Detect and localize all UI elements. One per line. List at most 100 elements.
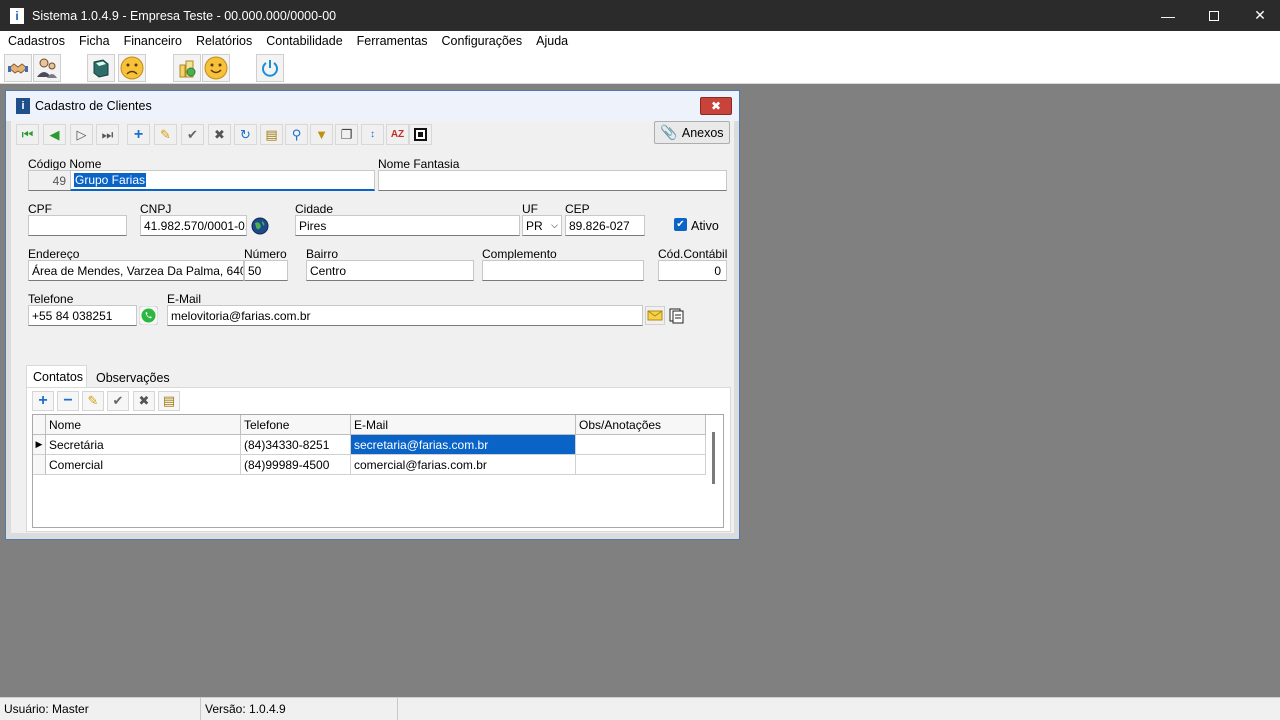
menu-ferramentas[interactable]: Ferramentas [350, 34, 435, 48]
cnpj-field[interactable]: 41.982.570/0001-01 [140, 215, 247, 236]
globe-button[interactable] [251, 217, 269, 235]
chevron-down-icon: ⌵ [551, 220, 558, 230]
status-empty [398, 698, 1280, 720]
refresh-button[interactable]: ↻ [234, 124, 257, 145]
menu-contabilidade[interactable]: Contabilidade [259, 34, 349, 48]
cancel-contact-button[interactable]: ✖ [133, 391, 155, 411]
column-header-telefone[interactable]: Telefone [241, 415, 351, 435]
ativo-checkbox[interactable]: ✔ [674, 218, 687, 231]
telefone-field[interactable]: +55 84 038251 [28, 305, 137, 326]
table-cell-telefone[interactable]: (84)34330-8251 [241, 435, 351, 455]
endereco-label: Endereço [28, 247, 80, 261]
dialog-title: Cadastro de Clientes [35, 99, 152, 113]
handshake-button[interactable] [4, 54, 32, 82]
table-cell-telefone[interactable]: (84)99989-4500 [241, 455, 351, 475]
menu-relatorios[interactable]: Relatórios [189, 34, 259, 48]
table-cell-obs[interactable] [576, 455, 706, 475]
book-button[interactable] [87, 54, 115, 82]
last-icon: ⏭ [101, 126, 114, 142]
menu-configuracoes[interactable]: Configurações [435, 34, 530, 48]
maximize-button[interactable] [1191, 0, 1237, 31]
next-record-button[interactable]: ▷ [70, 124, 93, 145]
cidade-field[interactable]: Pires [295, 215, 520, 236]
tab-contatos[interactable]: Contatos [26, 365, 87, 387]
minus-icon: − [63, 392, 73, 409]
email-field[interactable]: melovitoria@farias.com.br [167, 305, 643, 326]
sort-az-button[interactable]: AZ [386, 124, 409, 145]
column-header-nome[interactable]: Nome [46, 415, 241, 435]
column-header-obs[interactable]: Obs/Anotações [576, 415, 706, 435]
email-label: E-Mail [167, 292, 202, 306]
add-record-button[interactable]: + [127, 124, 150, 145]
anexos-button[interactable]: 📎 Anexos [654, 121, 730, 144]
sort-icon: ↕ [370, 129, 375, 140]
search-button[interactable]: ⚲ [285, 124, 308, 145]
first-record-button[interactable]: ⏮ [16, 124, 39, 145]
email-list-button[interactable] [667, 306, 687, 325]
dialog-close-button[interactable]: ✖ [700, 97, 732, 115]
contact-report-button[interactable]: ▤ [158, 391, 180, 411]
add-contact-button[interactable]: + [32, 391, 54, 411]
previous-icon: ◀ [49, 126, 60, 142]
endereco-field[interactable]: Área de Mendes, Varzea Da Palma, 64088 [28, 260, 244, 281]
user-admin-icon [37, 58, 57, 78]
happy-face-button[interactable] [202, 54, 230, 82]
previous-record-button[interactable]: ◀ [43, 124, 66, 145]
contacts-grid: Nome Telefone E-Mail Obs/Anotações ▶ Sec… [32, 414, 724, 528]
report-button[interactable]: ▤ [260, 124, 283, 145]
edit-contact-button[interactable]: ✎ [82, 391, 104, 411]
cpf-field[interactable] [28, 215, 127, 236]
cpf-label: CPF [28, 202, 52, 216]
layout-button[interactable] [409, 124, 432, 145]
grid-scrollbar[interactable] [712, 432, 715, 484]
menu-financeiro[interactable]: Financeiro [117, 34, 189, 48]
report-icon: ▤ [162, 393, 176, 408]
remove-contact-button[interactable]: − [57, 391, 79, 411]
main-toolbar [0, 51, 1280, 84]
plus-icon: + [38, 392, 48, 409]
menu-ajuda[interactable]: Ajuda [529, 34, 575, 48]
nome-fantasia-field[interactable] [378, 170, 727, 191]
power-button[interactable] [256, 54, 284, 82]
menu-cadastros[interactable]: Cadastros [0, 34, 72, 48]
column-header-email[interactable]: E-Mail [351, 415, 576, 435]
uf-select[interactable]: PR ⌵ [522, 215, 562, 236]
bairro-field[interactable]: Centro [306, 260, 474, 281]
dialog-titlebar: i Cadastro de Clientes ✖ [6, 91, 739, 121]
table-row[interactable]: Comercial [46, 455, 241, 475]
sad-face-button[interactable] [118, 54, 146, 82]
confirm-record-button[interactable]: ✔ [181, 124, 204, 145]
numero-label: Número [244, 247, 287, 261]
globe-icon [251, 217, 269, 235]
edit-record-button[interactable]: ✎ [154, 124, 177, 145]
tab-observacoes[interactable]: Observações [90, 367, 176, 389]
table-cell-email[interactable]: secretaria@farias.com.br [351, 435, 576, 455]
table-cell-email[interactable]: comercial@farias.com.br [351, 455, 576, 475]
sort-button[interactable]: ↕ [361, 124, 384, 145]
table-row[interactable]: Secretária [46, 435, 241, 455]
confirm-contact-button[interactable]: ✔ [107, 391, 129, 411]
whatsapp-button[interactable] [138, 305, 159, 326]
close-window-button[interactable]: ✕ [1237, 0, 1280, 31]
table-cell-obs[interactable] [576, 435, 706, 455]
money-button[interactable] [173, 54, 201, 82]
menu-bar: Cadastros Ficha Financeiro Relatórios Co… [0, 31, 1280, 51]
happy-face-icon [204, 56, 228, 80]
minimize-button[interactable]: — [1145, 0, 1191, 31]
complemento-field[interactable] [482, 260, 644, 281]
send-email-button[interactable] [645, 306, 665, 325]
copy-button[interactable]: ❐ [335, 124, 358, 145]
tab-observacoes-label: Observações [96, 371, 170, 385]
cancel-record-button[interactable]: ✖ [208, 124, 231, 145]
numero-field[interactable]: 50 [244, 260, 288, 281]
paperclip-icon: 📎 [660, 124, 678, 140]
cidade-label: Cidade [295, 202, 334, 216]
cod-contabil-field[interactable]: 0 [658, 260, 727, 281]
last-record-button[interactable]: ⏭ [96, 124, 119, 145]
filter-button[interactable]: ▼ [310, 124, 333, 145]
first-icon: ⏮ [21, 126, 34, 142]
nome-field[interactable]: Grupo Farias [70, 170, 375, 191]
menu-ficha[interactable]: Ficha [72, 34, 117, 48]
user-admin-button[interactable] [33, 54, 61, 82]
cep-field[interactable]: 89.826-027 [565, 215, 645, 236]
